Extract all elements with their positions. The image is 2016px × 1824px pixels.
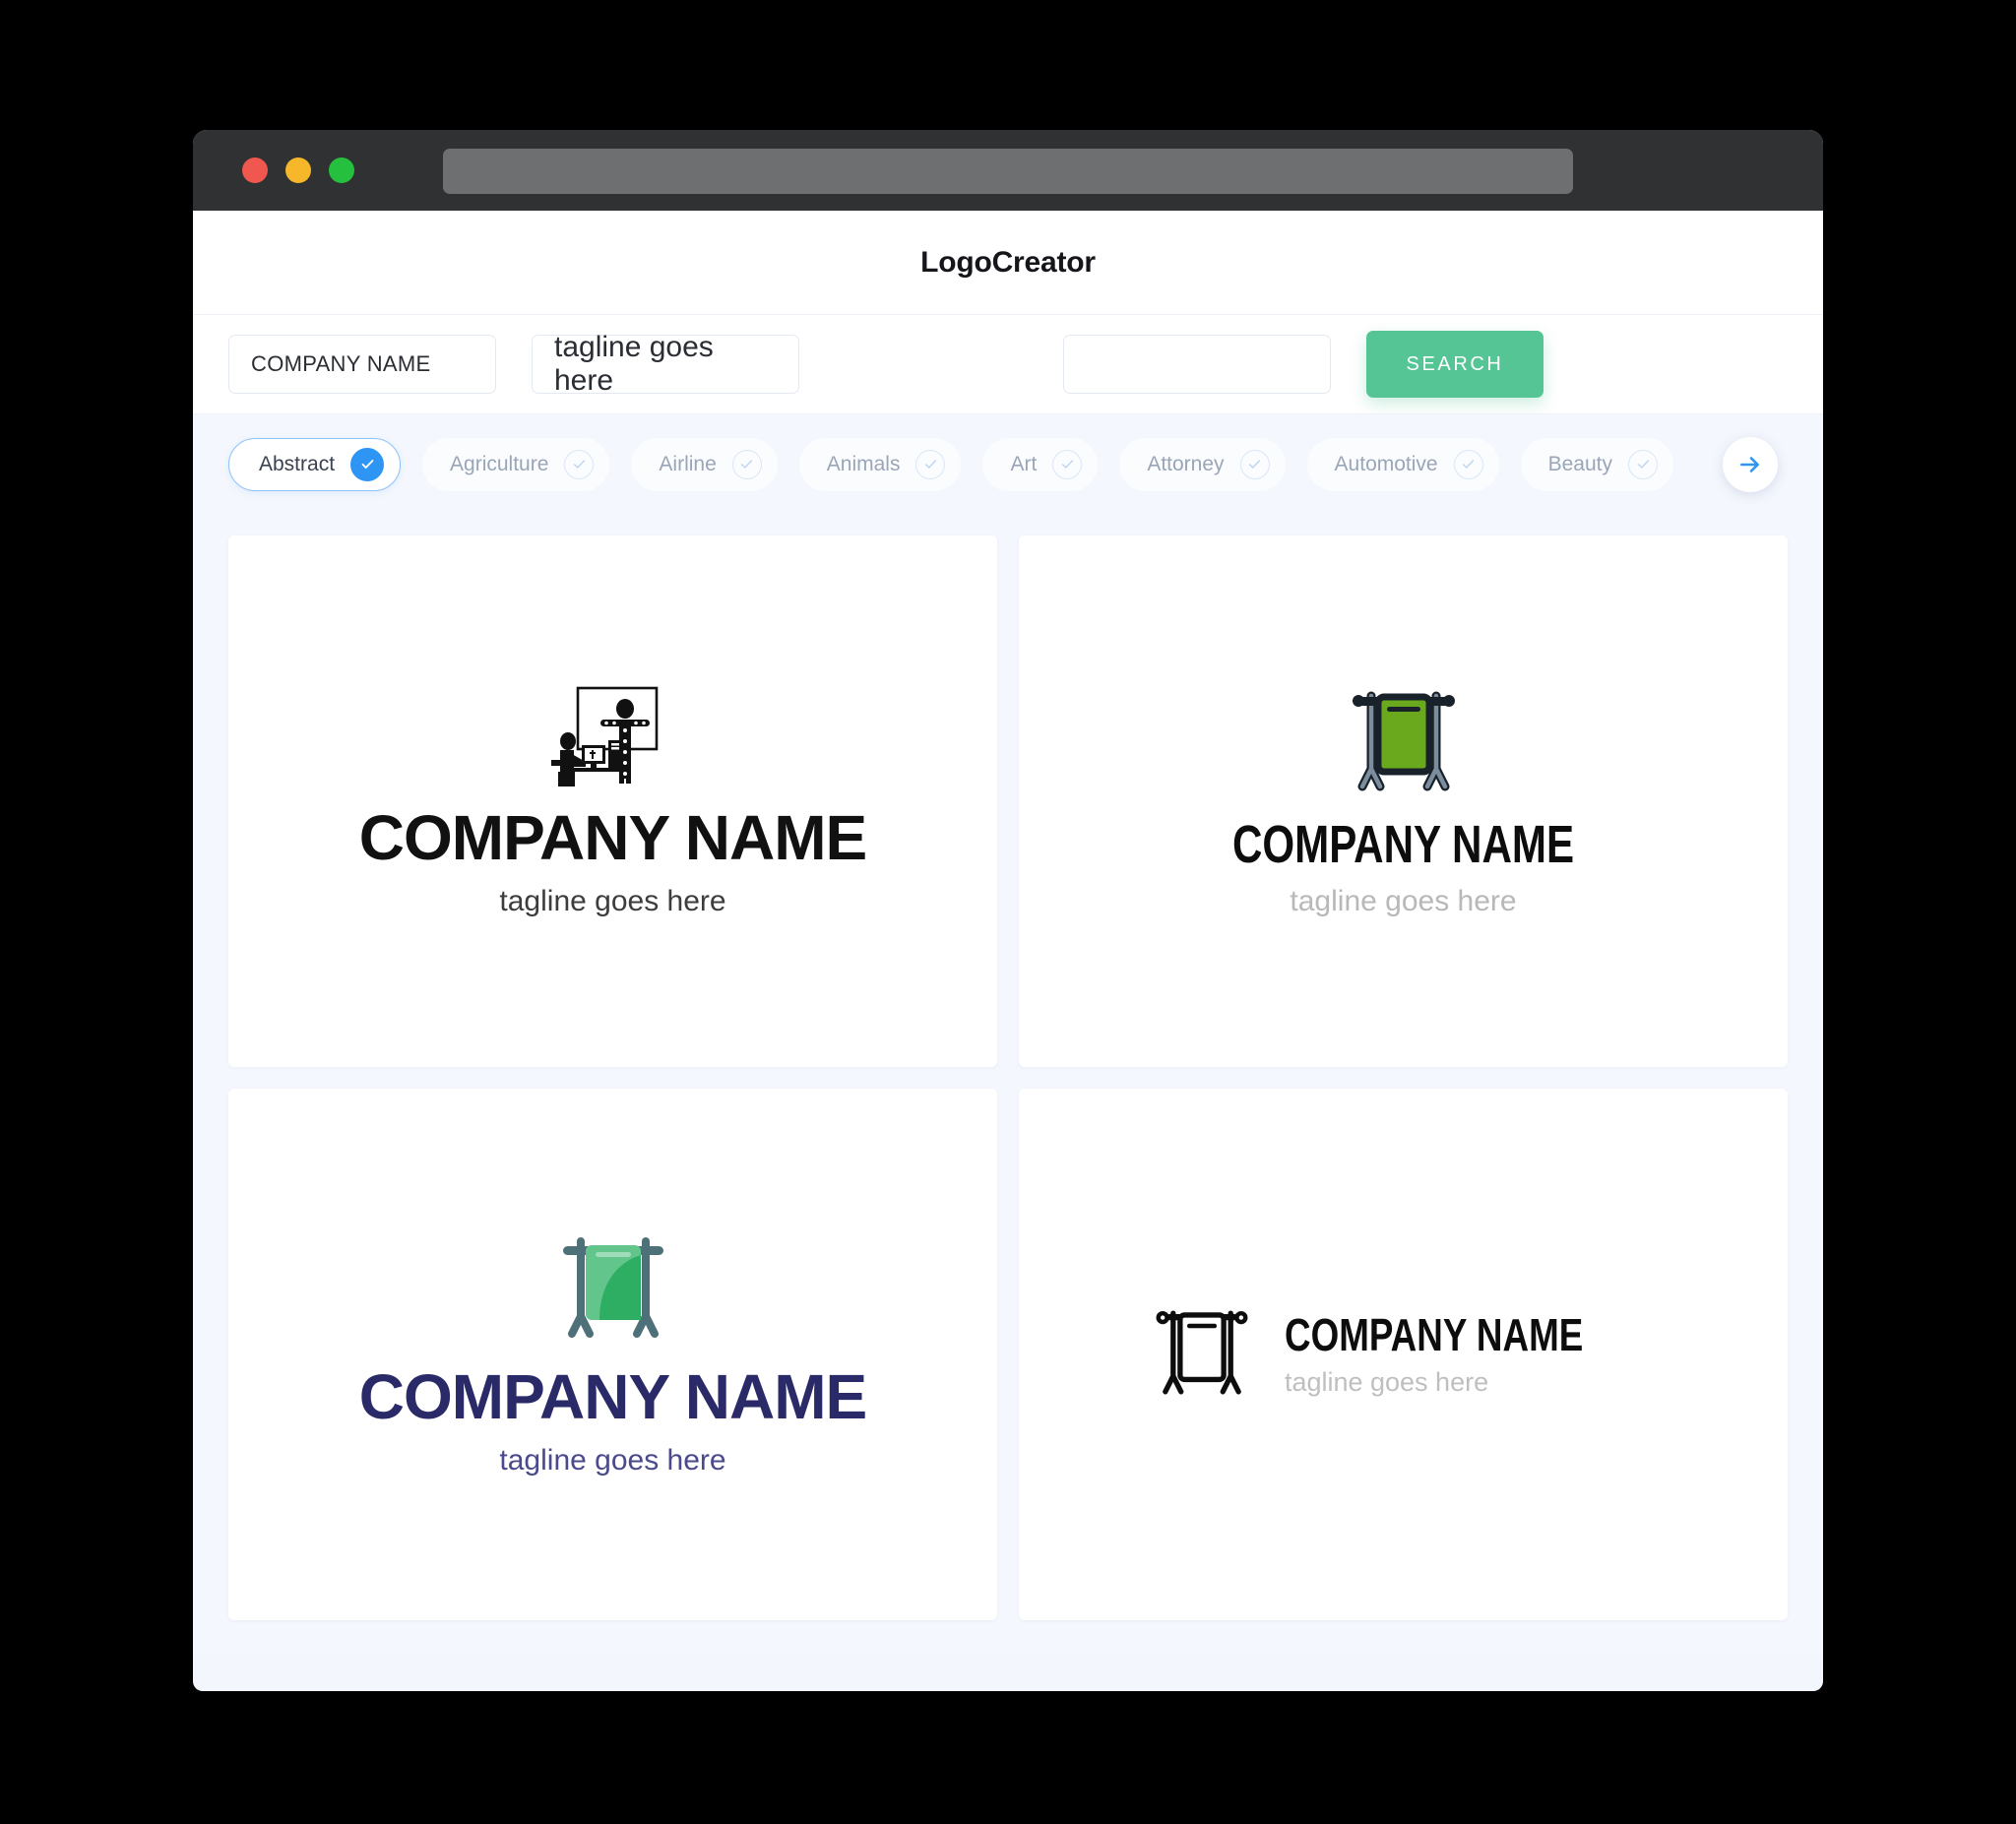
tagline-input[interactable]: tagline goes here <box>532 331 799 397</box>
app-title: LogoCreator <box>920 245 1096 279</box>
green-hanging-banner-flat-icon <box>553 1231 673 1348</box>
logo-tagline-text: tagline goes here <box>499 1444 726 1477</box>
check-icon <box>1052 449 1083 479</box>
category-label: Art <box>1010 452 1038 475</box>
category-chip-animals[interactable]: Animals <box>798 437 962 491</box>
category-label: Agriculture <box>450 452 549 475</box>
browser-titlebar <box>193 130 1823 211</box>
traffic-lights <box>242 157 354 183</box>
logo-tagline-text: tagline goes here <box>1290 885 1517 917</box>
minimize-window-button[interactable] <box>285 157 311 183</box>
close-window-button[interactable] <box>242 157 268 183</box>
category-label: Airline <box>659 452 717 475</box>
next-categories-button[interactable] <box>1723 436 1778 492</box>
category-chip-art[interactable]: Art <box>982 437 1099 491</box>
logo-results-grid: COMPANY NAME tagline goes here COMPANY N… <box>193 514 1823 1656</box>
maximize-window-button[interactable] <box>329 157 354 183</box>
category-chip-automotive[interactable]: Automotive <box>1306 437 1499 491</box>
check-icon <box>350 447 385 481</box>
category-chip-abstract[interactable]: Abstract <box>228 437 402 491</box>
check-icon <box>1628 449 1658 479</box>
logo-brand-text: COMPANY NAME <box>1284 1308 1584 1360</box>
logo-card[interactable]: COMPANY NAME tagline goes here <box>228 1089 997 1620</box>
check-icon <box>915 449 946 479</box>
keyword-input[interactable] <box>1063 335 1331 394</box>
search-toolbar: COMPANY NAME tagline goes here SEARCH <box>193 315 1823 413</box>
green-hanging-banner-outline-icon <box>1344 684 1464 800</box>
company-name-value: COMPANY NAME <box>251 351 431 376</box>
outline-hanging-banner-icon <box>1149 1297 1255 1413</box>
tagline-value: tagline goes here <box>554 331 714 397</box>
check-icon <box>564 449 595 479</box>
check-icon <box>1239 449 1270 479</box>
logo-tagline-text: tagline goes here <box>1284 1366 1489 1397</box>
company-name-input[interactable]: COMPANY NAME <box>228 335 496 394</box>
screen: LogoCreator COMPANY NAME tagline goes he… <box>0 0 2016 1824</box>
arrow-right-icon <box>1740 456 1759 472</box>
url-bar[interactable] <box>443 149 1573 194</box>
category-label: Attorney <box>1147 452 1225 475</box>
category-label: Automotive <box>1334 452 1438 475</box>
category-label: Abstract <box>259 452 336 475</box>
logo-brand-text: COMPANY NAME <box>358 801 867 873</box>
logo-card[interactable]: COMPANY NAME tagline goes here <box>228 535 997 1067</box>
logo-card[interactable]: COMPANY NAME tagline goes here <box>1019 535 1788 1067</box>
logo-tagline-text: tagline goes here <box>499 884 726 917</box>
category-chip-agriculture[interactable]: Agriculture <box>422 437 610 491</box>
motion-capture-studio-icon <box>549 685 677 788</box>
check-icon <box>1453 449 1483 479</box>
category-label: Beauty <box>1547 452 1612 475</box>
app-header: LogoCreator <box>193 211 1823 315</box>
browser-window: LogoCreator COMPANY NAME tagline goes he… <box>193 130 1823 1691</box>
search-button[interactable]: SEARCH <box>1366 331 1544 398</box>
logo-brand-text: COMPANY NAME <box>1231 815 1575 874</box>
logo-brand-text: COMPANY NAME <box>358 1361 867 1432</box>
category-chip-airline[interactable]: Airline <box>631 437 778 491</box>
category-filter-bar: Abstract Agriculture Airline Animals Art… <box>193 413 1823 514</box>
category-label: Animals <box>826 452 901 475</box>
check-icon <box>731 449 762 479</box>
category-chip-beauty[interactable]: Beauty <box>1520 437 1673 491</box>
logo-card[interactable]: COMPANY NAME tagline goes here <box>1019 1089 1788 1620</box>
category-chip-attorney[interactable]: Attorney <box>1119 437 1286 491</box>
